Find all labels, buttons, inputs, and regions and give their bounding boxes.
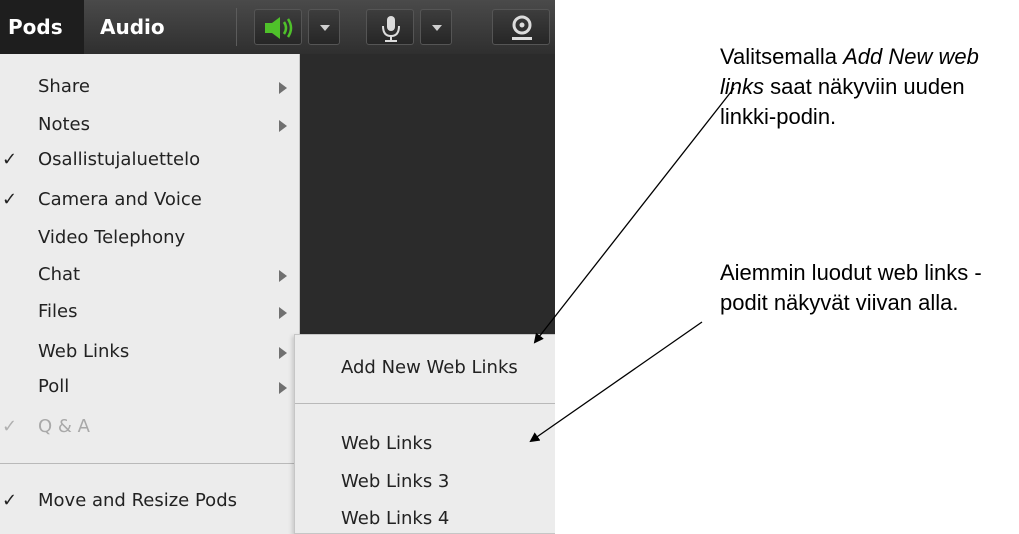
arrow-to-existing-links bbox=[529, 321, 703, 443]
annotation-arrows bbox=[529, 87, 735, 443]
arrow-to-add-new bbox=[533, 87, 735, 344]
